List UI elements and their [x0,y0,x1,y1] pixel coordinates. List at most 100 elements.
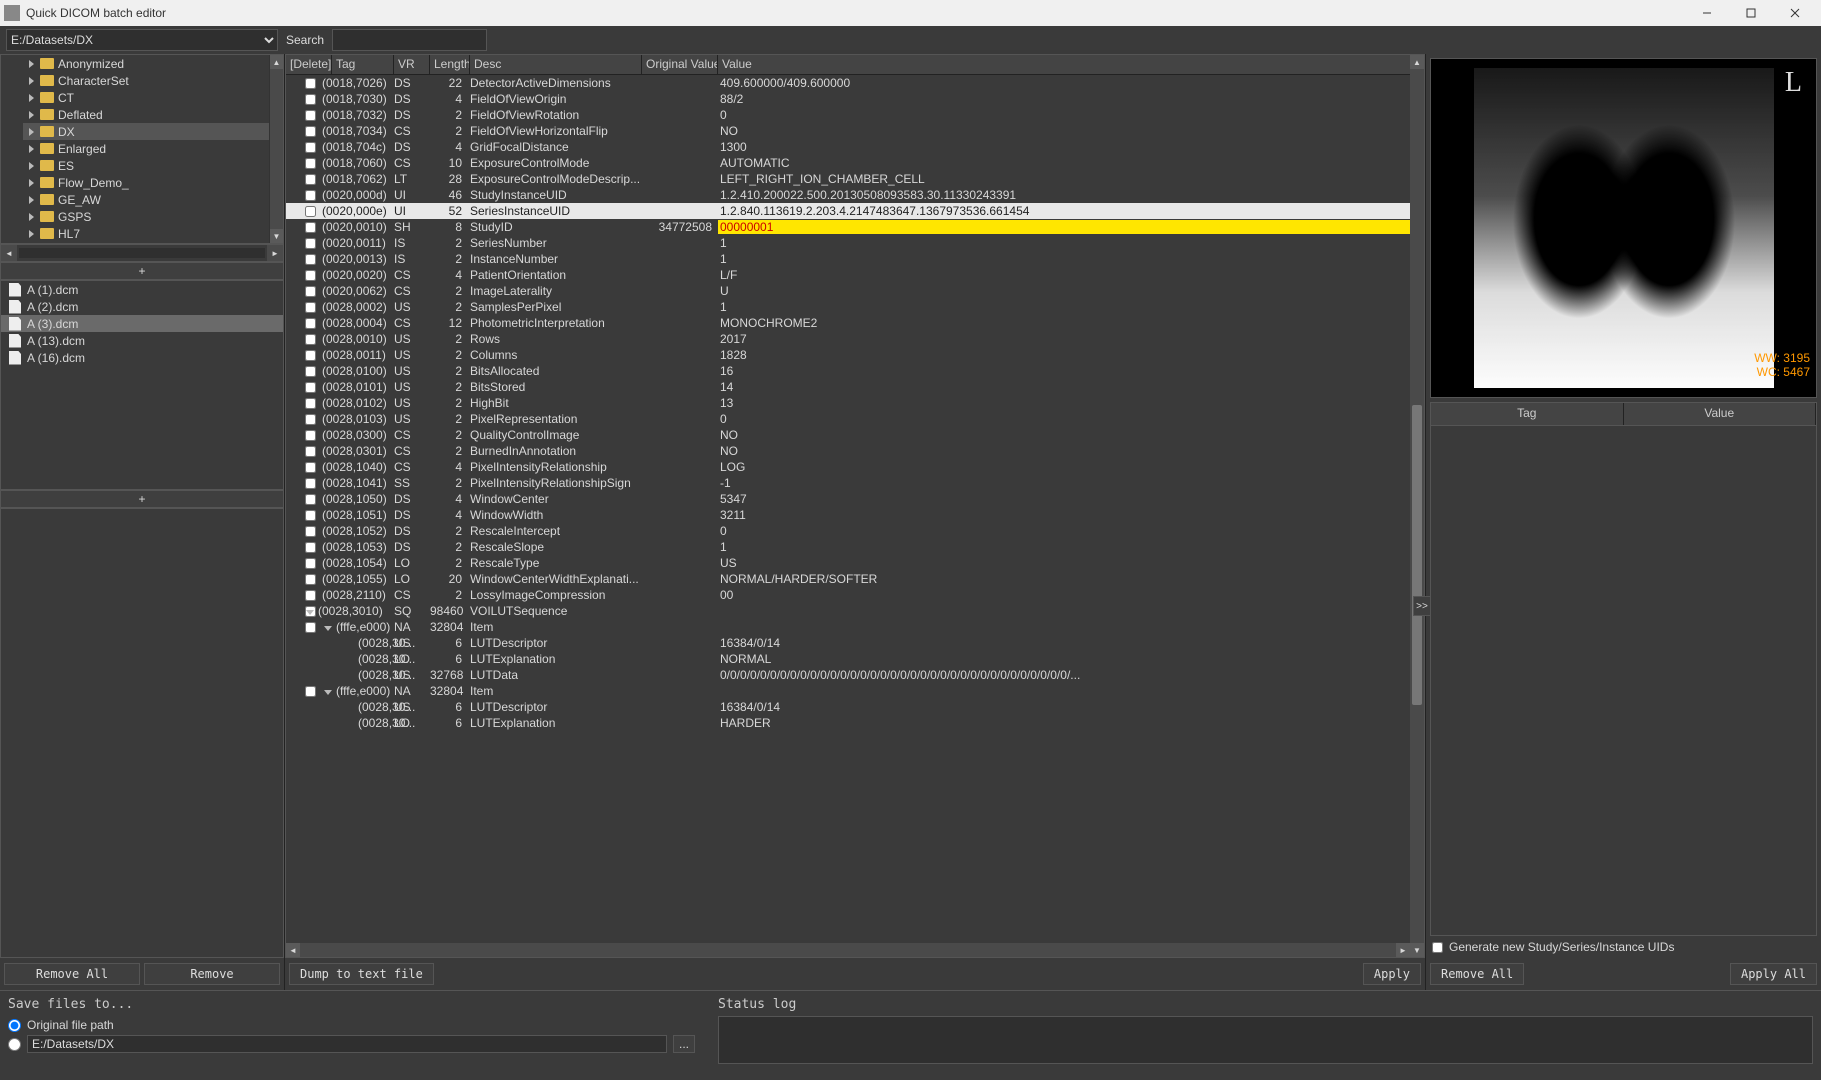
tag-row[interactable]: (0028,0010)US2Rows2017 [286,331,1410,347]
delete-checkbox[interactable] [305,446,316,457]
tag-row[interactable]: (0018,7060)CS10ExposureControlModeAUTOMA… [286,155,1410,171]
delete-checkbox[interactable] [305,238,316,249]
file-item[interactable]: A (13).dcm [1,332,283,349]
delete-checkbox[interactable] [305,414,316,425]
tag-row[interactable]: (0028,0011)US2Columns1828 [286,347,1410,363]
delete-checkbox[interactable] [305,270,316,281]
delete-checkbox[interactable] [305,206,316,217]
sub-table-body[interactable]: >> [1430,426,1817,936]
tag-row[interactable]: (0028,1050)DS4WindowCenter5347 [286,491,1410,507]
add-file-button[interactable]: + [0,490,284,508]
remove-button[interactable]: Remove [144,963,280,985]
tag-row[interactable]: (0028,0002)US2SamplesPerPixel1 [286,299,1410,315]
tag-row[interactable]: (0028,0102)US2HighBit13 [286,395,1410,411]
folder-tree[interactable]: AnonymizedCharacterSetCTDeflatedDXEnlarg… [0,54,284,244]
tree-item[interactable]: HL7 [23,225,283,242]
expand-icon[interactable] [29,128,34,136]
delete-checkbox[interactable] [305,686,316,697]
delete-checkbox[interactable] [305,110,316,121]
expand-icon[interactable] [29,94,34,102]
hscroll-track[interactable] [19,248,265,258]
delete-checkbox[interactable] [305,302,316,313]
tag-row[interactable]: (0028,30...US6LUTDescriptor16384/0/14 [286,635,1410,651]
delete-checkbox[interactable] [305,494,316,505]
tag-row[interactable]: (fffe,e000)NA32804Item [286,683,1410,699]
expand-button[interactable]: >> [1413,596,1431,616]
expand-icon[interactable] [29,60,34,68]
vscroll-thumb[interactable] [1412,405,1422,705]
tag-row[interactable]: (0028,0100)US2BitsAllocated16 [286,363,1410,379]
scroll-up-icon[interactable]: ▲ [1410,55,1424,69]
scroll-up-icon[interactable]: ▲ [270,55,283,69]
file-item[interactable]: A (1).dcm [1,281,283,298]
expand-icon[interactable] [29,162,34,170]
status-log[interactable] [718,1016,1813,1064]
tag-row[interactable]: (0020,0010)SH8StudyID3477250800000001 [286,219,1410,235]
delete-checkbox[interactable] [305,542,316,553]
tag-row[interactable]: (0028,1040)CS4PixelIntensityRelationship… [286,459,1410,475]
scroll-right-icon[interactable]: ► [1396,943,1410,957]
add-folder-button[interactable]: + [0,262,284,280]
sub-th-tag[interactable]: Tag [1431,403,1624,425]
th-value[interactable]: Value [718,55,1424,74]
tag-row[interactable]: (0028,1051)DS4WindowWidth3211 [286,507,1410,523]
tree-scrollbar[interactable]: ▲ ▼ [269,55,283,243]
delete-checkbox[interactable] [305,590,316,601]
delete-checkbox[interactable] [305,382,316,393]
tag-row[interactable]: (0028,3010)SQ98460VOILUTSequence [286,603,1410,619]
tag-row[interactable]: (0028,0004)CS12PhotometricInterpretation… [286,315,1410,331]
generate-uid-checkbox[interactable]: Generate new Study/Series/Instance UIDs [1432,940,1815,954]
delete-checkbox[interactable] [305,398,316,409]
tag-row[interactable]: (0028,1055)LO20WindowCenterWidthExplanat… [286,571,1410,587]
remove-all-button[interactable]: Remove All [4,963,140,985]
tag-row[interactable]: (0028,0103)US2PixelRepresentation0 [286,411,1410,427]
apply-button[interactable]: Apply [1363,963,1421,985]
expand-icon[interactable] [29,111,34,119]
tree-item[interactable]: GSPS [23,208,283,225]
scroll-down-icon[interactable]: ▼ [270,229,283,243]
tag-row[interactable]: (0018,704c)DS4GridFocalDistance1300 [286,139,1410,155]
file-list[interactable]: A (1).dcmA (2).dcmA (3).dcmA (13).dcmA (… [0,280,284,490]
tree-item[interactable]: CT [23,89,283,106]
tag-row[interactable]: (0028,1041)SS2PixelIntensityRelationship… [286,475,1410,491]
tag-row[interactable]: (0028,2110)CS2LossyImageCompression00 [286,587,1410,603]
search-input[interactable] [332,29,487,51]
tag-row[interactable]: (fffe,e000)NA32804Item [286,619,1410,635]
save-original-radio[interactable]: Original file path [8,1018,702,1032]
delete-checkbox[interactable] [305,478,316,489]
delete-checkbox[interactable] [305,318,316,329]
file-item[interactable]: A (16).dcm [1,349,283,366]
th-tag[interactable]: Tag [332,55,394,74]
tag-row[interactable]: (0028,1054)LO2RescaleTypeUS [286,555,1410,571]
dump-button[interactable]: Dump to text file [289,963,434,985]
tag-row[interactable]: (0028,1052)DS2RescaleIntercept0 [286,523,1410,539]
right-remove-all-button[interactable]: Remove All [1430,963,1524,985]
expand-icon[interactable] [29,179,34,187]
collapse-icon[interactable] [324,690,332,695]
maximize-button[interactable] [1729,0,1773,26]
delete-checkbox[interactable] [305,126,316,137]
delete-checkbox[interactable] [305,254,316,265]
scroll-left-icon[interactable]: ◄ [1,245,17,261]
apply-all-button[interactable]: Apply All [1730,963,1817,985]
tree-item[interactable]: DX [23,123,283,140]
delete-checkbox[interactable] [305,574,316,585]
browse-button[interactable]: ... [673,1035,695,1053]
delete-checkbox[interactable] [305,190,316,201]
expand-icon[interactable] [29,213,34,221]
delete-checkbox[interactable] [305,78,316,89]
tree-hscroll[interactable]: ◄ ► [0,244,284,262]
scroll-down-icon[interactable]: ▼ [1410,943,1424,957]
file-item[interactable]: A (3).dcm [1,315,283,332]
th-original-value[interactable]: Original Value [642,55,718,74]
delete-checkbox[interactable] [305,622,316,633]
save-path-input[interactable] [27,1035,667,1053]
tag-row[interactable]: (0028,1053)DS2RescaleSlope1 [286,539,1410,555]
delete-checkbox[interactable] [305,558,316,569]
tag-row[interactable]: (0018,7034)CS2FieldOfViewHorizontalFlipN… [286,123,1410,139]
expand-icon[interactable] [29,196,34,204]
file-item[interactable]: A (2).dcm [1,298,283,315]
tag-table-header[interactable]: [Delete] Tag VR Length Desc Original Val… [286,55,1424,75]
expand-icon[interactable] [29,230,34,238]
delete-checkbox[interactable] [305,510,316,521]
